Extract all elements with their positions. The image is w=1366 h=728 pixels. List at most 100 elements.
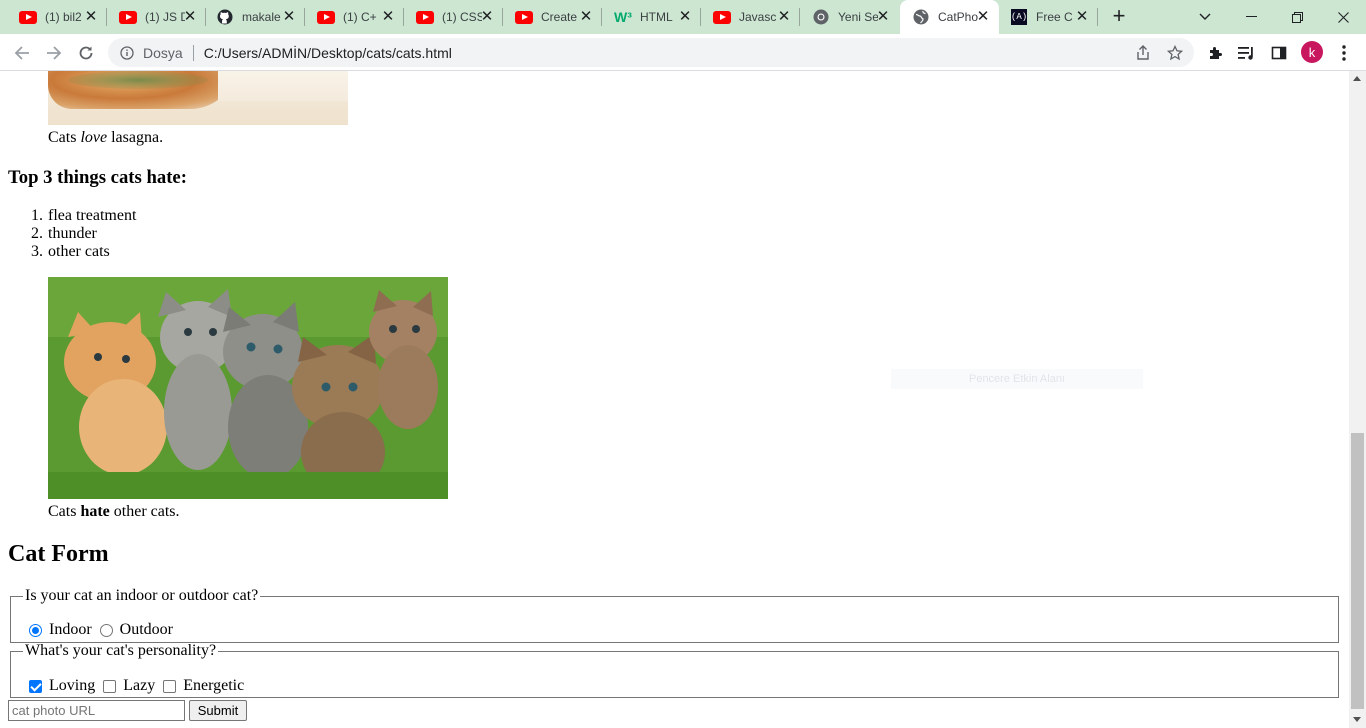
- energetic-option[interactable]: Energetic: [163, 677, 244, 695]
- tab-title: (1) CSS: [442, 10, 482, 24]
- tab-title: Free C: [1036, 10, 1073, 24]
- reload-icon[interactable]: [72, 39, 100, 67]
- option-label: Indoor: [49, 621, 92, 638]
- freecodecamp-icon: (A): [1010, 9, 1028, 25]
- bookmark-star-icon[interactable]: [1166, 44, 1184, 62]
- submit-button[interactable]: Submit: [189, 700, 247, 721]
- indoor-radio[interactable]: [29, 623, 42, 637]
- close-tab-icon[interactable]: ✕: [578, 9, 594, 25]
- close-tab-icon[interactable]: ✕: [677, 9, 693, 25]
- back-arrow-icon[interactable]: [8, 39, 36, 67]
- list-number: 1.: [31, 207, 43, 224]
- list-item-text: other cats: [48, 243, 110, 260]
- tab-11[interactable]: (A) Free C ✕: [999, 0, 1098, 34]
- close-tab-icon[interactable]: ✕: [975, 9, 991, 25]
- youtube-icon: [416, 10, 434, 24]
- ghost-overlay-text: Pencere Etkin Alanı: [891, 369, 1143, 389]
- share-icon[interactable]: [1134, 44, 1152, 62]
- scroll-down-arrow-icon[interactable]: [1353, 717, 1361, 722]
- new-tab-button[interactable]: +: [1107, 5, 1131, 28]
- kittens-caption: Cats hate other cats.: [48, 503, 180, 521]
- media-queue-icon[interactable]: [1237, 43, 1257, 63]
- extensions-puzzle-icon[interactable]: [1206, 43, 1226, 63]
- close-tab-icon[interactable]: ✕: [1074, 9, 1090, 25]
- caption-strong: hate: [80, 503, 110, 520]
- option-label: Outdoor: [119, 621, 173, 638]
- option-label: Lazy: [123, 677, 156, 694]
- url-text[interactable]: C:/Users/ADMİN/Desktop/cats/cats.html: [204, 45, 452, 61]
- scroll-up-arrow-icon[interactable]: [1353, 76, 1361, 81]
- security-label: Dosya: [143, 44, 183, 61]
- tab-2[interactable]: (1) JS D ✕: [107, 0, 206, 34]
- profile-avatar[interactable]: k: [1301, 41, 1323, 63]
- lasagna-caption: Cats love lasagna.: [48, 129, 163, 147]
- youtube-icon: [119, 10, 137, 24]
- list-number: 3.: [31, 243, 43, 260]
- lasagna-image: [48, 71, 348, 125]
- radio-group: Indoor Outdoor: [29, 621, 181, 639]
- github-icon: [216, 9, 234, 25]
- energetic-checkbox[interactable]: [163, 679, 177, 693]
- close-tab-icon[interactable]: ✕: [479, 9, 495, 25]
- close-tab-icon[interactable]: ✕: [875, 9, 891, 25]
- list-item-text: flea treatment: [48, 207, 137, 224]
- close-tab-icon[interactable]: ✕: [182, 9, 198, 25]
- caption-emphasis: love: [80, 129, 108, 146]
- close-tab-icon[interactable]: ✕: [281, 9, 297, 25]
- tab-9[interactable]: Yeni Se ✕: [800, 0, 899, 34]
- kittens-image: [48, 277, 448, 499]
- indoor-option[interactable]: Indoor: [29, 621, 92, 639]
- close-tab-icon[interactable]: ✕: [380, 9, 396, 25]
- omnibox-divider: [192, 44, 194, 61]
- caption-text: lasagna.: [107, 129, 164, 146]
- tab-10-active[interactable]: CatPho ✕: [900, 0, 999, 34]
- personality-fieldset: What's your cat's personality? Loving La…: [10, 642, 1339, 698]
- fieldset-legend: What's your cat's personality?: [25, 642, 217, 659]
- list-item-text: thunder: [48, 225, 97, 242]
- hate-list: 1. flea treatment 2. thunder 3. other cats: [31, 207, 137, 261]
- scrollbar-thumb[interactable]: [1351, 433, 1364, 709]
- tab-title: Javasc: [739, 10, 777, 24]
- loving-checkbox[interactable]: [29, 679, 42, 693]
- youtube-icon: [515, 10, 533, 24]
- lazy-checkbox[interactable]: [103, 679, 117, 693]
- tab-5[interactable]: (1) CSS ✕: [404, 0, 503, 34]
- close-tab-icon[interactable]: ✕: [776, 9, 792, 25]
- tab-3[interactable]: makale ✕: [206, 0, 305, 34]
- restore-button[interactable]: [1274, 0, 1320, 34]
- info-icon[interactable]: [120, 45, 134, 60]
- close-tab-icon[interactable]: ✕: [83, 9, 99, 25]
- caption-text: Cats: [48, 129, 81, 146]
- list-item: 1. flea treatment: [31, 207, 137, 225]
- tab-title: HTML: [640, 10, 673, 24]
- lazy-option[interactable]: Lazy: [103, 677, 155, 695]
- tab-title: (1) C+: [343, 10, 377, 24]
- tab-4[interactable]: (1) C+ ✕: [305, 0, 404, 34]
- option-label: Loving: [49, 677, 96, 694]
- tab-title: Create: [541, 10, 578, 24]
- kebab-menu-icon[interactable]: [1334, 43, 1354, 63]
- address-bar[interactable]: Dosya C:/Users/ADMİN/Desktop/cats/cats.h…: [108, 38, 1194, 67]
- outdoor-option[interactable]: Outdoor: [99, 621, 173, 639]
- tab-6[interactable]: Create ✕: [503, 0, 602, 34]
- page-scrollbar[interactable]: [1349, 71, 1366, 728]
- page-viewport: Cats love lasagna. Top 3 things cats hat…: [0, 71, 1349, 728]
- globe-icon: [912, 9, 930, 25]
- caption-text: Cats: [48, 503, 81, 520]
- cat-photo-url-input[interactable]: [8, 700, 185, 721]
- tab-8[interactable]: Javasc ✕: [701, 0, 800, 34]
- tab-1[interactable]: (1) bil2 ✕: [0, 0, 107, 34]
- close-window-button[interactable]: [1320, 0, 1366, 34]
- checkbox-group: Loving Lazy Energetic: [29, 677, 252, 695]
- youtube-icon: [19, 10, 37, 24]
- list-number: 2.: [31, 225, 43, 242]
- outdoor-radio[interactable]: [99, 623, 113, 637]
- forward-arrow-icon[interactable]: [40, 39, 68, 67]
- side-panel-icon[interactable]: [1269, 43, 1289, 63]
- tab-search-chevron-icon[interactable]: [1182, 0, 1228, 34]
- form-heading: Cat Form: [8, 541, 109, 567]
- tab-7[interactable]: W³ HTML ✕: [602, 0, 701, 34]
- youtube-icon: [713, 10, 731, 24]
- loving-option[interactable]: Loving: [29, 677, 95, 695]
- minimize-button[interactable]: [1228, 0, 1274, 34]
